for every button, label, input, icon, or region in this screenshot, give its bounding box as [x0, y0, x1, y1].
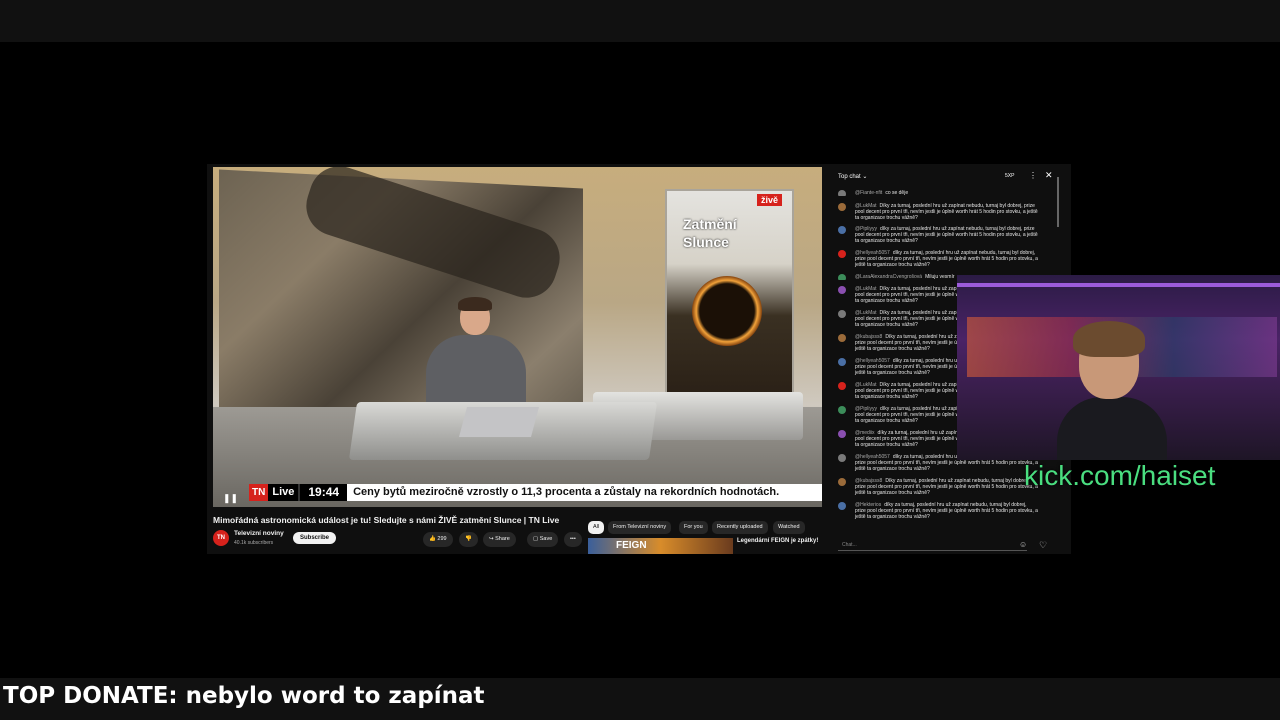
chat-message: @hellyeah5057 díky za turnaj, poslední hr…: [838, 250, 1038, 268]
filter-watched[interactable]: Watched: [773, 521, 805, 534]
chat-message-body: @hellyeah5057 díky za turnaj, poslední hr…: [855, 250, 1038, 268]
chat-text: Miluju vesmír: [925, 274, 955, 280]
laptop: [458, 407, 540, 437]
chat-scrollbar[interactable]: [1057, 177, 1059, 227]
eclipse-poster: Zatmění Slunce: [665, 189, 794, 401]
presenter-hair: [458, 297, 492, 311]
live-badge: živě: [757, 194, 783, 206]
chat-avatar[interactable]: [838, 430, 846, 438]
chat-avatar[interactable]: [838, 203, 846, 211]
emoji-icon[interactable]: ☺: [1019, 540, 1027, 549]
chat-text: díky za turnaj, poslední hru už zapínat …: [855, 502, 1038, 520]
streamer-hair: [1073, 321, 1145, 357]
like-button[interactable]: 👍 299: [423, 532, 453, 547]
chat-message: @LukMatDíky za turnaj, poslední hru už z…: [838, 203, 1038, 221]
chat-avatar[interactable]: [838, 274, 846, 280]
top-donate-banner: TOP DONATE: nebylo word to zapínat: [3, 683, 485, 709]
chat-avatar[interactable]: [838, 454, 846, 462]
thumbs-up-icon: 👍: [429, 536, 436, 542]
share-button[interactable]: ↪ Share: [483, 532, 516, 547]
chat-avatar[interactable]: [838, 478, 846, 486]
video-title: Mimořádná astronomická událost je tu! Sl…: [213, 515, 560, 525]
chat-message: @Fiante-nfit co se děje: [838, 190, 1038, 196]
chat-avatar[interactable]: [838, 406, 846, 414]
close-icon[interactable]: ✕: [1045, 170, 1053, 181]
like-count: 299: [437, 536, 447, 542]
chat-username[interactable]: @LaraAlexandraCvengrošová: [855, 274, 922, 280]
chat-avatar[interactable]: [838, 358, 846, 366]
live-label: Live: [268, 484, 299, 501]
save-icon: ▢: [533, 536, 539, 542]
chat-message-body: @kubajsss8 Díky za turnaj, poslední hru u…: [855, 478, 1038, 496]
chat-avatar[interactable]: [838, 382, 846, 390]
more-actions-button[interactable]: •••: [564, 532, 582, 547]
chat-message-body: @Pipliyyy díky za turnaj, poslední hru už…: [855, 226, 1038, 244]
streamer-webcam: [957, 275, 1280, 460]
led-strip: [957, 283, 1280, 287]
chat-message-body: @LukMatDíky za turnaj, poslední hru už z…: [855, 203, 1038, 221]
chat-message-body: @Fiante-nfit co se děje: [855, 190, 1038, 196]
filter-for-you[interactable]: For you: [679, 521, 708, 534]
chat-input[interactable]: Chat...: [838, 540, 1027, 551]
poster-title: Zatmění Slunce: [683, 215, 737, 251]
chat-username[interactable]: @Fiante-nfit: [855, 190, 882, 196]
chat-points-badge: 5XP: [1005, 173, 1015, 179]
chevron-down-icon: ⌄: [862, 174, 868, 180]
streamer-body: [1057, 397, 1167, 460]
streamer: [1057, 321, 1167, 460]
chat-message: @Pipliyyy díky za turnaj, poslední hru už…: [838, 226, 1038, 244]
poster-line-1: Zatmění: [683, 216, 737, 232]
heart-icon[interactable]: ♡: [1039, 540, 1047, 551]
kick-channel-link: kick.com/haiset: [1024, 460, 1216, 491]
chat-mode-selector[interactable]: Top chat ⌄: [838, 173, 867, 180]
chat-avatar[interactable]: [838, 190, 846, 196]
poster-line-2: Slunce: [683, 234, 729, 250]
chat-avatar[interactable]: [838, 226, 846, 234]
chat-text: díky za turnaj, poslední hru už zapínat …: [855, 226, 1038, 244]
chat-avatar[interactable]: [838, 502, 846, 510]
chat-menu-icon[interactable]: ⋮: [1029, 171, 1037, 180]
filter-recently-uploaded[interactable]: Recently uploaded: [712, 521, 768, 534]
chat-message: @kubajsss8 Díky za turnaj, poslední hru u…: [838, 478, 1038, 496]
chat-avatar[interactable]: [838, 334, 846, 342]
lower-third: TN Live 19:44 Ceny bytů meziročně vzrost…: [249, 484, 822, 501]
share-icon: ↪: [489, 536, 494, 542]
save-label: Save: [539, 536, 553, 542]
chat-message: @Hekterios díky za turnaj, poslední hru u…: [838, 502, 1038, 520]
chat-avatar[interactable]: [838, 286, 846, 294]
chat-text: Díky za turnaj, poslední hru už zapínat …: [855, 203, 1038, 221]
chat-avatar[interactable]: [838, 250, 846, 258]
share-label: Share: [495, 536, 510, 542]
filter-all[interactable]: All: [588, 521, 605, 534]
chat-mode-label: Top chat: [838, 174, 861, 180]
broadcast-clock: 19:44: [298, 484, 348, 501]
subscribe-button[interactable]: Subscribe: [293, 532, 337, 544]
save-button[interactable]: ▢ Save: [527, 532, 559, 547]
channel-avatar[interactable]: TN: [213, 530, 229, 546]
chat-text: Díky za turnaj, poslední hru už zapínat …: [855, 478, 1038, 496]
chat-avatar[interactable]: [838, 310, 846, 318]
recommended-title[interactable]: Legendární FEIGN je zpátky!: [737, 538, 818, 544]
eclipse-image: [692, 276, 762, 346]
tn-logo: TN: [249, 484, 269, 501]
stream-top-bar: [0, 0, 1280, 42]
chat-message-body: @Hekterios díky za turnaj, poslední hru u…: [855, 502, 1038, 520]
channel-name[interactable]: Televizní noviny: [234, 530, 284, 537]
channel-subscribers: 40.1k subscribers: [234, 540, 274, 546]
video-player[interactable]: Zatmění Slunce živě TN Live 19:44 Ceny b…: [213, 167, 822, 507]
pause-icon[interactable]: ❚❚: [223, 493, 238, 504]
recommended-thumbnail[interactable]: FEIGN: [588, 538, 733, 554]
dislike-button[interactable]: 👎: [459, 532, 478, 547]
filter-from-channel[interactable]: From Televizní noviny: [608, 521, 672, 534]
news-ticker: Ceny bytů meziročně vzrostly o 11,3 proc…: [347, 484, 822, 501]
chat-text: co se děje: [885, 190, 909, 196]
thumbs-down-icon: 👎: [465, 536, 472, 542]
